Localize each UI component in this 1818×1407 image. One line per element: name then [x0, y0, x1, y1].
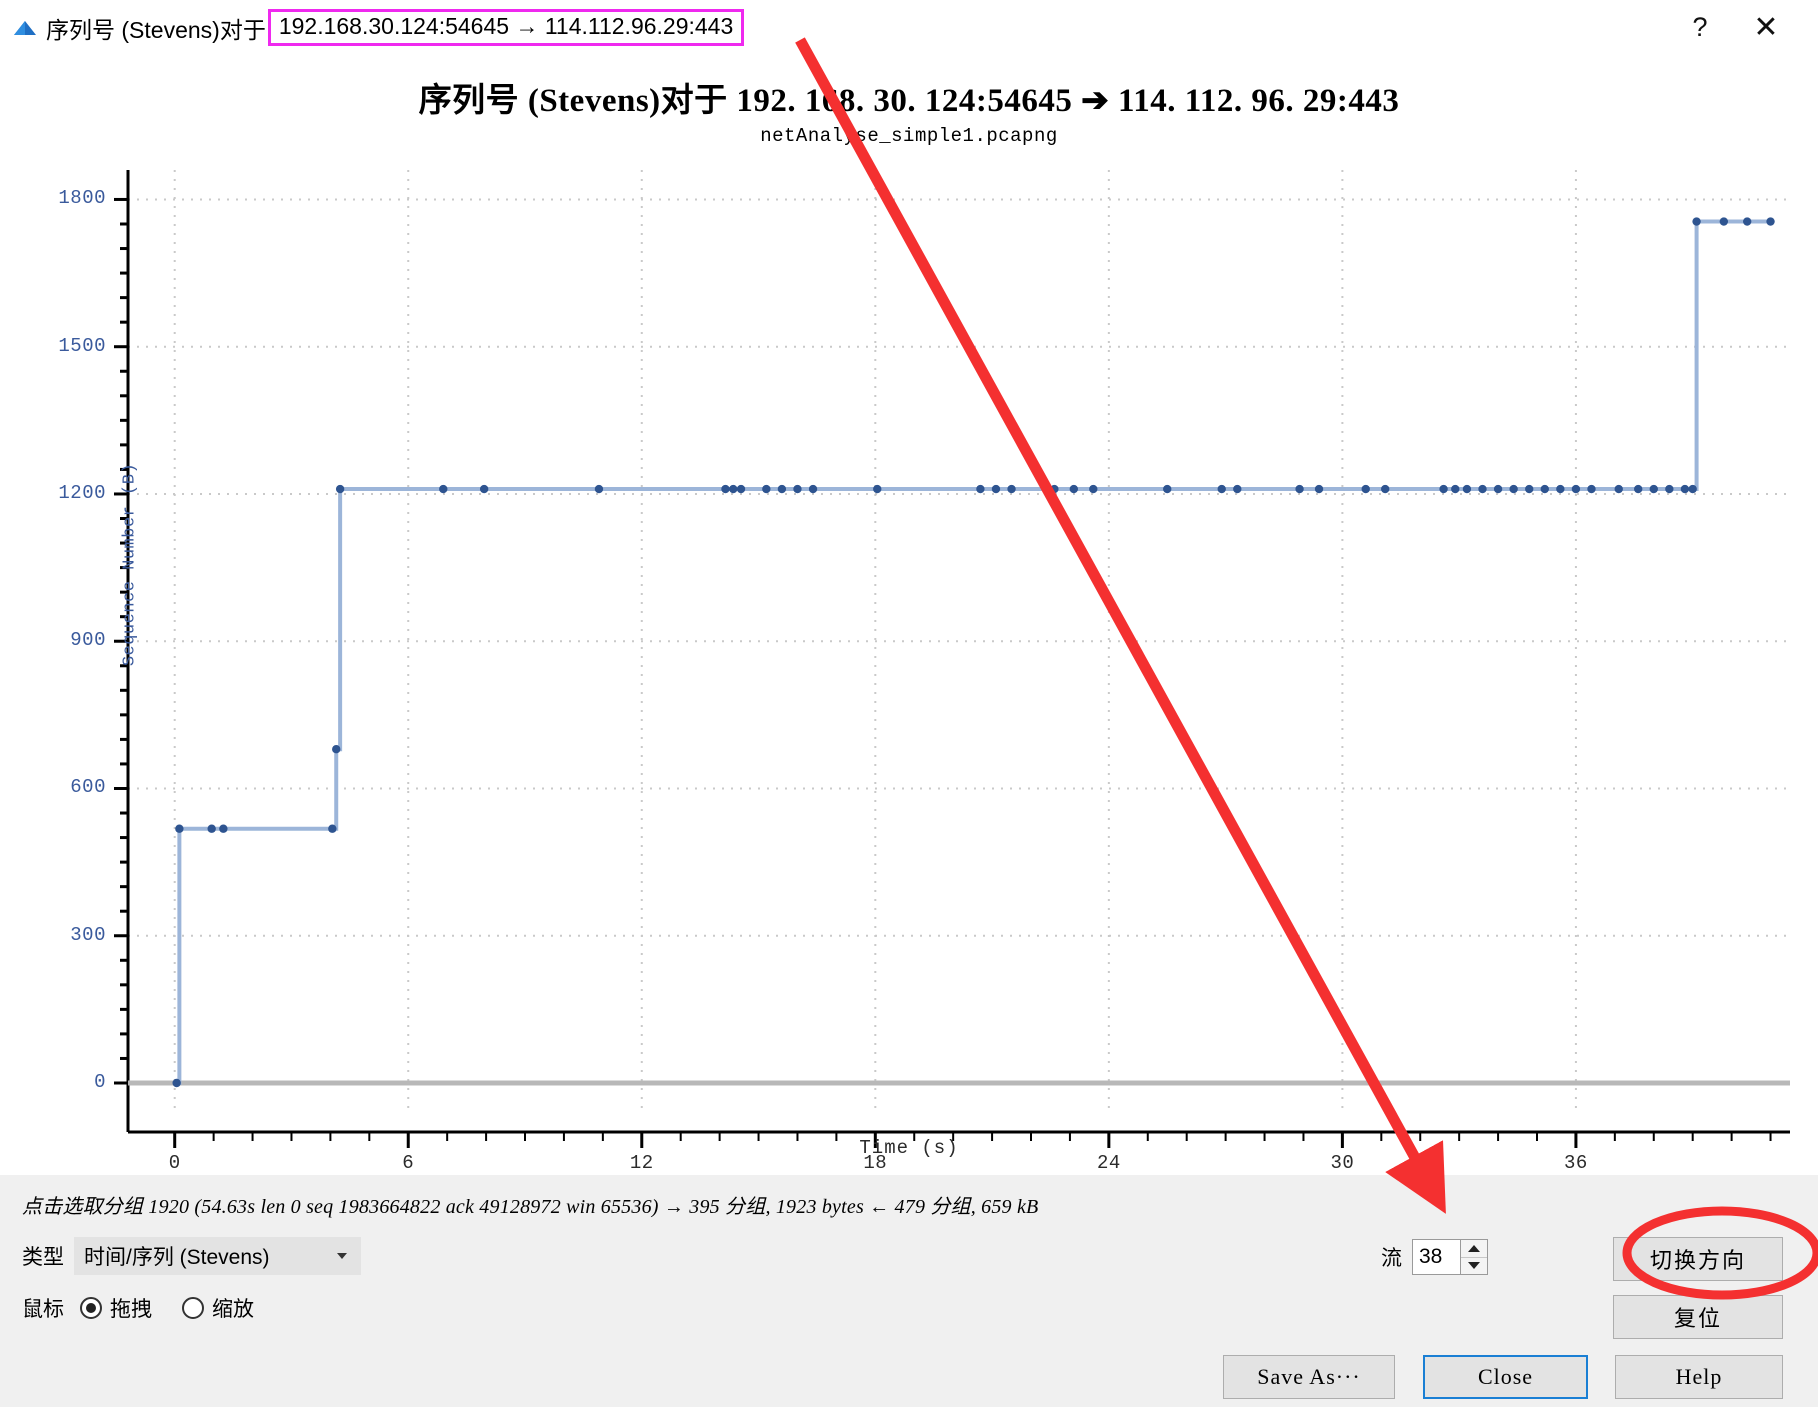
y-tick-label: 600 [70, 776, 106, 799]
y-tick-label: 900 [70, 629, 106, 652]
flow-selector-row: 流 38 [1381, 1239, 1488, 1275]
series-markers [172, 217, 1775, 1088]
series-line [176, 219, 1771, 1085]
graph-type-select[interactable]: 时间/序列 (Stevens) [74, 1237, 361, 1275]
controls-panel: 类型 时间/序列 (Stevens) 鼠标 拖拽 缩放 流 38 切换方向 复位… [0, 1225, 1818, 1407]
arrow-up-icon [1468, 1244, 1480, 1252]
wireshark-logo-icon [12, 18, 38, 38]
window-title-endpoints: 192.168.30.124:54645 → 114.112.96.29:443 [267, 9, 745, 46]
close-button[interactable]: Close [1423, 1355, 1588, 1399]
arrow-down-icon [1468, 1262, 1480, 1270]
y-axis-label: Sequence Number (B) [120, 462, 140, 667]
y-tick-label: 1200 [58, 481, 106, 504]
graph-type-value: 时间/序列 (Stevens) [84, 1246, 270, 1269]
x-tick-label: 0 [168, 1152, 181, 1174]
switch-direction-button[interactable]: 切换方向 [1613, 1237, 1783, 1281]
flow-input[interactable]: 38 [1412, 1239, 1460, 1275]
plot-canvas[interactable] [0, 55, 1818, 1175]
axis-lines [126, 170, 1790, 1134]
stevens-plot[interactable]: 序列号 (Stevens)对于 192. 168. 30. 124:54645 … [0, 55, 1818, 1175]
flow-stepper[interactable]: 38 [1412, 1239, 1488, 1275]
flow-label: 流 [1381, 1247, 1402, 1270]
radio-drag[interactable] [80, 1297, 102, 1319]
flow-spinner-up[interactable] [1461, 1240, 1487, 1258]
status-text: 点击选取分组 1920 (54.63s len 0 seq 1983664822… [22, 1196, 1039, 1218]
mouse-mode-row: 鼠标 拖拽 缩放 [22, 1293, 268, 1323]
x-tick-label: 24 [1096, 1152, 1121, 1174]
reset-button[interactable]: 复位 [1613, 1295, 1783, 1339]
titlebar-help-icon[interactable]: ? [1672, 0, 1728, 55]
radio-zoom-label: 缩放 [212, 1298, 254, 1321]
x-tick-label: 30 [1330, 1152, 1355, 1174]
y-tick-label: 1800 [58, 187, 106, 210]
window-titlebar: 序列号 (Stevens)对于 192.168.30.124:54645 → 1… [0, 0, 1818, 55]
mouse-mode-label: 鼠标 [22, 1298, 64, 1321]
grid-lines [128, 170, 1790, 1110]
y-tick-label: 0 [94, 1071, 106, 1093]
titlebar-close-icon[interactable]: ✕ [1738, 0, 1794, 55]
x-tick-label: 6 [402, 1152, 415, 1174]
chevron-down-icon [337, 1253, 347, 1259]
y-tick-label: 300 [70, 923, 106, 946]
radio-zoom[interactable] [182, 1297, 204, 1319]
window-title-prefix: 序列号 (Stevens)对于 [46, 16, 266, 43]
axis-ticks [114, 197, 1772, 1148]
y-tick-label: 1500 [58, 334, 106, 357]
graph-type-row: 类型 时间/序列 (Stevens) [22, 1237, 361, 1275]
tcp-stream-graph-window: 序列号 (Stevens)对于 192.168.30.124:54645 → 1… [0, 0, 1818, 1407]
flow-spinner-down[interactable] [1461, 1258, 1487, 1275]
x-tick-label: 18 [863, 1152, 888, 1174]
flow-spinner-buttons[interactable] [1460, 1239, 1488, 1275]
help-button[interactable]: Help [1615, 1355, 1783, 1399]
save-as-button[interactable]: Save As··· [1223, 1355, 1395, 1399]
x-tick-label: 36 [1564, 1152, 1588, 1174]
x-tick-label: 12 [629, 1152, 654, 1174]
radio-drag-label: 拖拽 [110, 1298, 152, 1321]
graph-type-label: 类型 [22, 1246, 64, 1269]
